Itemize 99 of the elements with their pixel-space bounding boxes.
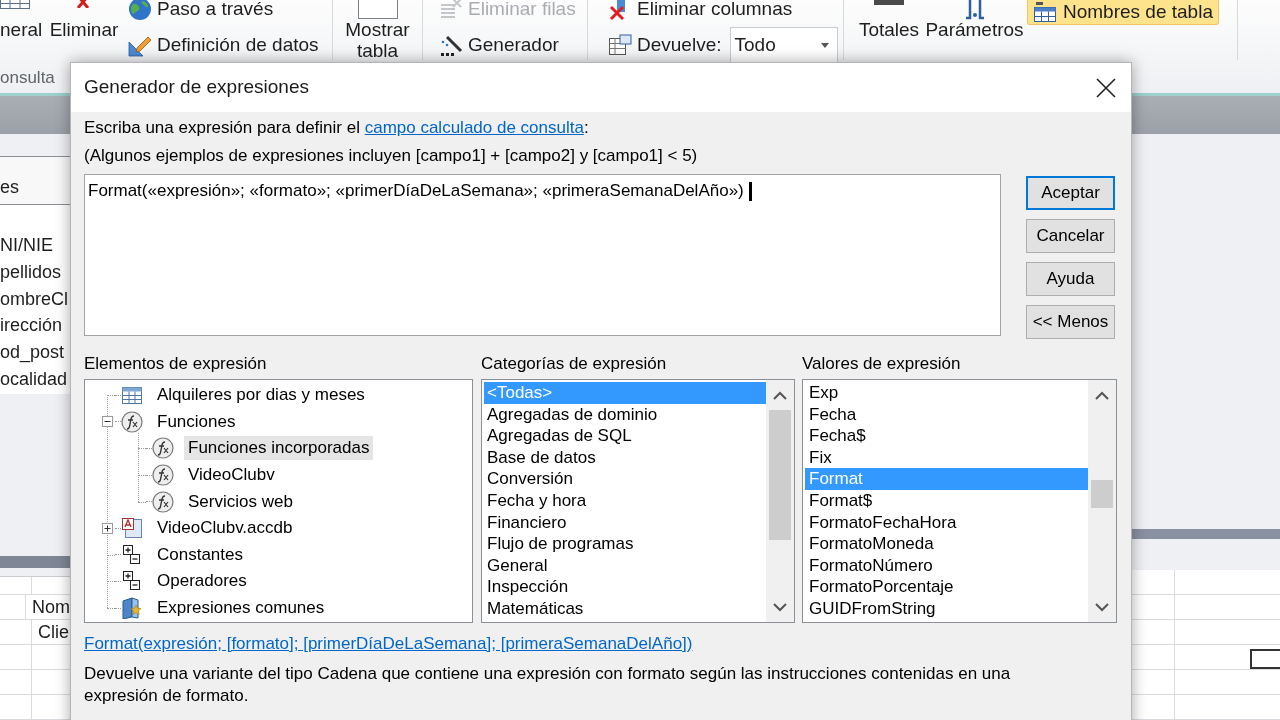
tree-item[interactable]: Operadores	[153, 569, 251, 594]
list-item[interactable]: FormatoMoneda	[805, 533, 1088, 555]
list-item[interactable]: GUIDFromString	[805, 597, 1088, 620]
table-title: es	[0, 176, 19, 200]
help-link[interactable]: campo calculado de consulta	[364, 118, 584, 137]
chevron-down-icon[interactable]	[1095, 602, 1109, 612]
scrollbar-thumb[interactable]	[1091, 480, 1113, 508]
list-item[interactable]: Conversión	[484, 468, 766, 490]
ribbon-button[interactable]: neral	[0, 0, 46, 40]
list-item[interactable]: Fix	[805, 446, 1088, 469]
function-icon	[152, 437, 174, 460]
list-item[interactable]: Matemáticas	[484, 597, 766, 620]
ribbon-button[interactable]: Definición de datos	[128, 27, 319, 63]
field-name[interactable]: irección	[0, 312, 70, 340]
function-icon	[152, 490, 174, 513]
list-item[interactable]: Flujo de programas	[484, 533, 766, 555]
scrollbar[interactable]	[1088, 380, 1116, 622]
field-name[interactable]: ocalidad	[0, 365, 70, 393]
plus-minus-icon	[121, 570, 143, 593]
plus-minus-icon	[121, 543, 143, 566]
dialog-button[interactable]: << Menos	[1026, 305, 1115, 339]
ribbon-button[interactable]: Eliminar columnas	[608, 0, 843, 27]
delete-icon	[77, 0, 91, 8]
scrollbar-thumb[interactable]	[769, 410, 791, 540]
prompt-text: Escriba una expresión para definir el campo calculado de consulta:	[84, 117, 589, 139]
tree-item[interactable]: VideoClubv	[184, 463, 279, 488]
wand-icon	[439, 33, 463, 57]
tree-item[interactable]: VideoClubv.accdb	[153, 516, 297, 541]
brackets-icon	[964, 0, 985, 20]
tree-item[interactable]: Constantes	[153, 542, 247, 567]
grid-cell-text: Clie	[37, 620, 69, 644]
dialog-button[interactable]: Aceptar	[1026, 176, 1115, 210]
list-item[interactable]: FormatoPorcentaje	[805, 576, 1088, 598]
syntax-link[interactable]: Format(expresión; [formato]; [primerDíaDeLaSemana]; [primeraSemanaDelAño])	[84, 634, 693, 653]
examples-text: (Algunos ejemplos de expresiones incluyen [campo1] + [campo2] y [campo1] < 5)	[84, 145, 698, 167]
list-item[interactable]: Inspección	[484, 576, 766, 598]
ribbon-button[interactable]: Mostrar tabla	[333, 0, 422, 61]
ribbon-button[interactable]: Eliminar	[48, 0, 120, 40]
list-item[interactable]: Fecha$	[805, 425, 1088, 447]
field-name[interactable]: ombreCl	[0, 285, 70, 313]
tree-item[interactable]: Funciones incorporadas	[184, 436, 374, 461]
list-item[interactable]: Exp	[805, 382, 1088, 404]
tree-item[interactable]: Servicios web	[184, 489, 297, 514]
globe-icon	[128, 0, 152, 21]
list-item[interactable]: Agregadas de SQL	[484, 425, 766, 447]
totals-icon	[874, 0, 904, 5]
list-item[interactable]: FormatoFechaHora	[805, 511, 1088, 534]
list-item[interactable]: FormatoNúmero	[805, 554, 1088, 577]
table-names-button[interactable]: Nombres de tabla	[1027, 0, 1219, 25]
database-icon	[121, 517, 143, 540]
panel-label: Valores de expresión	[802, 353, 961, 375]
function-icon	[152, 464, 174, 487]
text-caret-icon	[748, 182, 752, 201]
chevron-up-icon[interactable]	[1095, 390, 1109, 400]
dialog-title: Generador de expresiones	[84, 75, 309, 100]
tree-item[interactable]: Funciones	[153, 409, 240, 434]
list-item[interactable]: Fecha	[805, 403, 1088, 426]
grid-cell-text: Nom	[31, 595, 70, 619]
tree-item[interactable]: Alquileres por dias y meses	[153, 383, 369, 408]
field-name[interactable]: NI/NIE	[0, 232, 70, 260]
checkbox[interactable]	[1250, 649, 1280, 669]
table-icon	[121, 384, 143, 407]
function-icon	[121, 410, 143, 433]
panel-label: Categorías de expresión	[481, 354, 667, 373]
field-name[interactable]: od_post	[0, 339, 70, 366]
table-icon	[357, 0, 398, 19]
group-label: onsulta	[0, 66, 55, 89]
ribbon-button[interactable]: Totales	[855, 0, 923, 40]
table-icon	[1033, 1, 1057, 23]
tree-item[interactable]: Expresiones comunes	[153, 596, 329, 621]
list-item[interactable]: General	[484, 554, 766, 577]
grid-icon	[0, 0, 30, 9]
chevron-up-icon[interactable]	[773, 390, 787, 400]
list-item[interactable]: Financiero	[484, 511, 766, 534]
return-values-icon	[608, 33, 632, 57]
dialog-button[interactable]: Ayuda	[1026, 262, 1115, 296]
close-icon	[1096, 77, 1116, 98]
expand-icon[interactable]	[101, 522, 113, 534]
expression-field[interactable]: Format(«expresión»; «formato»; «primerDíaDeLaSemana»; «primeraSemanaDelAño»)	[84, 174, 1001, 336]
book-star-icon	[121, 597, 143, 620]
scrollbar[interactable]	[766, 380, 794, 622]
chevron-down-icon[interactable]	[773, 602, 787, 612]
collapse-icon[interactable]	[101, 416, 113, 428]
ribbon-button[interactable]: Paso a través	[128, 0, 319, 27]
dialog-button[interactable]: Cancelar	[1026, 219, 1115, 253]
field-label: Devuelve:	[637, 32, 722, 57]
delete-rows-icon	[439, 0, 463, 21]
description-text: Devuelve una variante del tipo Cadena que contiene una expresión con formato según las instrucciones contenidas en una expresión de formato.	[84, 663, 1012, 706]
list-item[interactable]: Fecha y hora	[484, 489, 766, 512]
panel-label: Elementos de expresión	[84, 354, 267, 373]
ribbon-button[interactable]: Parámetros	[924, 0, 1025, 40]
ribbon-button[interactable]: Generador	[439, 27, 587, 63]
list-item[interactable]: Agregadas de dominio	[484, 403, 766, 426]
field-name[interactable]: pellidos	[0, 259, 70, 286]
list-item[interactable]: Base de datos	[484, 446, 766, 469]
dropdown-caret-icon	[820, 42, 829, 48]
splitter-bar[interactable]	[0, 556, 70, 569]
list-item[interactable]: Format$	[805, 489, 1088, 512]
returns-dropdown[interactable]: Todo	[729, 27, 838, 63]
